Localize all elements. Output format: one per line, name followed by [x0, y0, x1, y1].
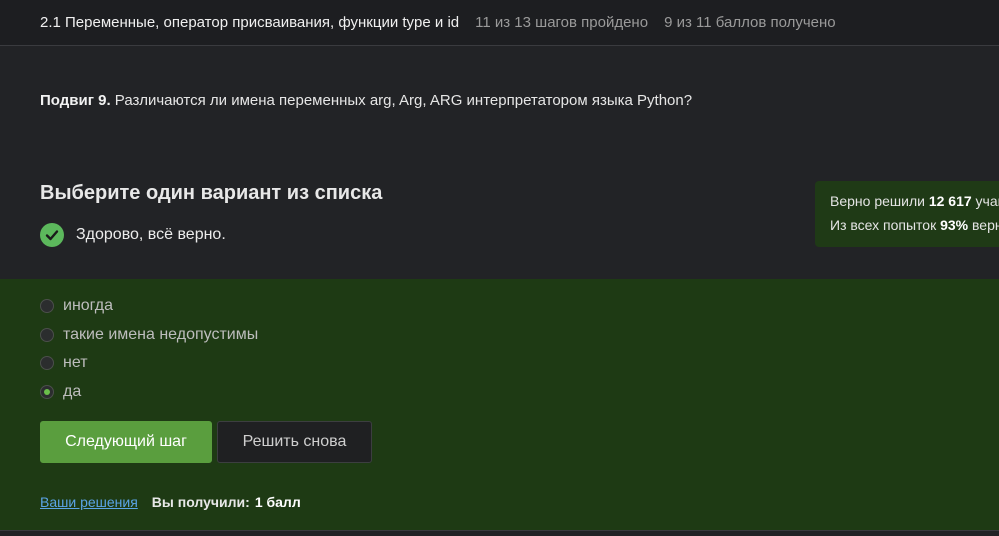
result-footer: Ваши решения Вы получили: 1 балл — [40, 494, 301, 510]
stats-panel: Верно решили 12 617 учащихся Из всех поп… — [815, 181, 999, 247]
option-sometimes[interactable]: иногда — [40, 297, 113, 315]
solved-count: 12 617 — [928, 193, 972, 209]
radio-button[interactable] — [40, 299, 54, 313]
check-circle-icon — [40, 223, 64, 247]
solved-prefix: Верно решили — [830, 193, 929, 209]
your-solutions-link[interactable]: Ваши решения — [40, 494, 138, 510]
radio-button[interactable] — [40, 328, 54, 342]
radio-button[interactable] — [40, 356, 54, 370]
attempts-suffix: верных — [972, 217, 999, 233]
option-invalid-names[interactable]: такие имена недопустимы — [40, 326, 258, 344]
question-body: Различаются ли имена переменных arg, Arg… — [110, 92, 693, 109]
next-step-button[interactable]: Следующий шаг — [40, 421, 212, 463]
question-text: Подвиг 9. Различаются ли имена переменны… — [40, 92, 692, 109]
solved-suffix: учащихся — [975, 193, 999, 209]
feedback-text: Здорово, всё верно. — [76, 226, 226, 243]
attempts-prefix: Из всех попыток — [830, 217, 941, 233]
points-progress: 9 из 11 баллов получено — [664, 14, 836, 31]
attempts-stat: Из всех попыток 93% верных — [830, 217, 999, 241]
option-label: такие имена недопустимы — [63, 326, 259, 343]
result-value: 1 балл — [254, 494, 301, 510]
result-label: Вы получили: — [151, 494, 250, 510]
feedback-message: Здорово, всё верно. — [40, 223, 226, 247]
option-label: нет — [63, 354, 88, 371]
attempts-percent: 93% — [940, 217, 969, 233]
question-label: Подвиг 9. — [40, 92, 111, 109]
option-label: иногда — [63, 297, 114, 314]
solved-stat: Верно решили 12 617 учащихся — [830, 193, 999, 217]
lesson-header: 2.1 Переменные, оператор присваивания, ф… — [0, 0, 999, 46]
bottom-divider — [0, 530, 999, 536]
lesson-title[interactable]: 2.1 Переменные, оператор присваивания, ф… — [40, 14, 459, 31]
choose-title: Выберите один вариант из списка — [40, 182, 383, 204]
option-no[interactable]: нет — [40, 354, 88, 372]
steps-progress: 11 из 13 шагов пройдено — [475, 14, 649, 31]
option-yes[interactable]: да — [40, 383, 81, 401]
option-label: да — [63, 383, 82, 400]
answer-area — [0, 279, 999, 530]
solve-again-button[interactable]: Решить снова — [217, 421, 372, 463]
radio-button-selected[interactable] — [40, 385, 54, 399]
